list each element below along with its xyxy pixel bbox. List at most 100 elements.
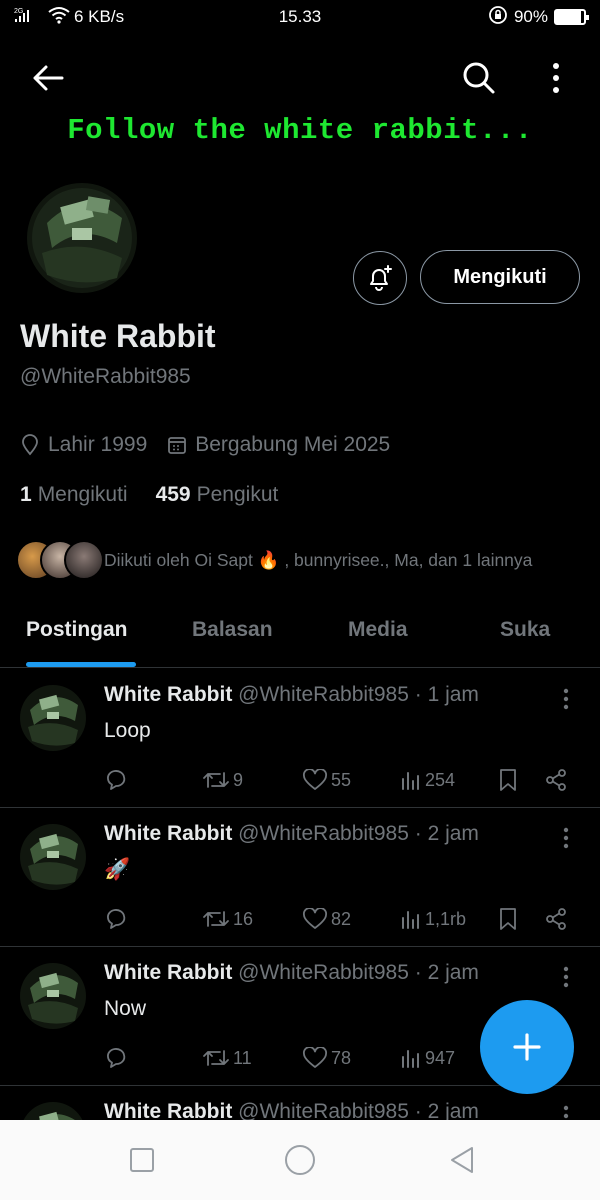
bookmark-button[interactable]	[498, 765, 518, 795]
reply-icon	[107, 770, 126, 790]
more-vertical-icon	[563, 688, 569, 710]
avatar-image	[20, 963, 86, 1029]
retweet-button[interactable]: 11	[202, 1043, 252, 1073]
more-options-button[interactable]	[534, 54, 578, 102]
signal-icon: 2G	[14, 6, 44, 29]
back-nav-button[interactable]	[442, 1144, 482, 1176]
status-left: 2G 6 KB/s	[14, 6, 214, 29]
like-count: 55	[331, 769, 352, 790]
followers-count-link[interactable]: 459 Pengikut	[156, 483, 279, 507]
status-bar: 2G 6 KB/s 15.33 90%	[0, 0, 600, 34]
post-avatar[interactable]	[20, 963, 86, 1029]
like-button[interactable]: 82	[302, 904, 351, 934]
post-header: White Rabbit @WhiteRabbit985 · 1 jam	[104, 683, 479, 707]
reply-button[interactable]	[104, 904, 128, 934]
plus-icon	[513, 1033, 541, 1061]
more-vertical-icon	[563, 966, 569, 988]
post-text: Loop	[104, 719, 151, 742]
back-button[interactable]	[24, 54, 72, 102]
reply-button[interactable]	[104, 765, 128, 795]
notification-bell-button[interactable]	[353, 251, 407, 305]
network-speed: 6 KB/s	[74, 7, 125, 26]
followed-by-row[interactable]: Diikuti oleh Oi Sapt 🔥 , bunnyrisee., Ma…	[16, 540, 532, 580]
tab-likes[interactable]: Suka	[500, 618, 550, 642]
search-icon	[463, 62, 495, 94]
like-button[interactable]: 78	[302, 1043, 351, 1073]
more-vertical-icon	[563, 827, 569, 849]
heart-icon	[303, 908, 327, 929]
retweet-icon	[203, 1050, 229, 1066]
following-count-link[interactable]: 1 Mengikuti	[20, 483, 128, 507]
search-button[interactable]	[455, 54, 503, 102]
like-button[interactable]: 55	[302, 765, 351, 795]
post-item[interactable]: White Rabbit @WhiteRabbit985 · 1 jam Loo…	[0, 669, 600, 808]
calendar-icon	[168, 437, 187, 454]
views-button[interactable]: 947	[400, 1043, 455, 1073]
views-count: 254	[425, 769, 456, 790]
post-handle-time: @WhiteRabbit985 · 2 jam	[238, 961, 479, 984]
retweet-button[interactable]: 9	[202, 765, 243, 795]
follow-counts: 1 Mengikuti 459 Pengikut	[20, 483, 278, 507]
post-actions: 9 55 254	[104, 765, 574, 795]
views-icon	[402, 1050, 419, 1068]
post-avatar[interactable]	[20, 824, 86, 890]
heart-icon	[303, 769, 327, 790]
profile-header	[0, 46, 600, 110]
post-text: Now	[104, 997, 147, 1020]
triangle-back-icon	[451, 1147, 473, 1173]
post-author-name[interactable]: White Rabbit	[104, 822, 232, 845]
share-icon	[546, 908, 566, 930]
post-actions: 16 82 1,1rb	[104, 904, 574, 934]
post-more-button[interactable]	[556, 826, 576, 850]
system-nav-bar	[0, 1120, 600, 1200]
heart-icon	[303, 1047, 327, 1068]
share-button[interactable]	[544, 765, 568, 795]
bookmark-button[interactable]	[498, 904, 518, 934]
retweet-count: 16	[233, 908, 254, 929]
followers-label: Pengikut	[196, 483, 279, 506]
recent-apps-button[interactable]	[122, 1144, 162, 1176]
views-count: 947	[425, 1047, 456, 1068]
following-button[interactable]: Mengikuti	[420, 250, 580, 304]
retweet-icon	[203, 772, 229, 788]
post-author-name[interactable]: White Rabbit	[104, 683, 232, 706]
tab-media[interactable]: Media	[348, 618, 408, 642]
banner-text: Follow the white rabbit...	[67, 114, 533, 147]
retweet-button[interactable]: 16	[202, 904, 253, 934]
share-button[interactable]	[544, 904, 568, 934]
retweet-icon	[203, 911, 229, 927]
bookmark-icon	[500, 908, 516, 930]
joined-text: Bergabung Mei 2025	[195, 433, 391, 456]
profile-meta: Lahir 1999 Bergabung Mei 2025	[20, 433, 390, 457]
post-more-button[interactable]	[556, 965, 576, 989]
wifi-icon	[48, 6, 70, 29]
avatar	[64, 540, 104, 580]
square-icon	[130, 1148, 154, 1172]
reply-icon	[107, 1048, 126, 1068]
profile-avatar[interactable]	[24, 180, 140, 296]
like-count: 78	[331, 1047, 352, 1068]
tab-replies[interactable]: Balasan	[192, 618, 273, 642]
home-button[interactable]	[280, 1144, 320, 1176]
post-more-button[interactable]	[556, 687, 576, 711]
post-header: White Rabbit @WhiteRabbit985 · 2 jam	[104, 822, 479, 846]
avatar-image	[27, 183, 137, 293]
battery-icon	[554, 9, 589, 25]
followed-by-text: Diikuti oleh Oi Sapt 🔥 , bunnyrisee., Ma…	[104, 549, 533, 570]
reply-button[interactable]	[104, 1043, 128, 1073]
share-icon	[546, 769, 566, 791]
reply-icon	[107, 909, 126, 929]
views-button[interactable]: 254	[400, 765, 455, 795]
like-count: 82	[331, 908, 352, 929]
rotation-lock-icon	[488, 5, 508, 30]
retweet-count: 9	[233, 769, 244, 790]
views-button[interactable]: 1,1rb	[400, 904, 466, 934]
post-author-name[interactable]: White Rabbit	[104, 961, 232, 984]
following-label: Mengikuti	[37, 483, 128, 506]
tab-posts[interactable]: Postingan	[26, 618, 128, 642]
post-item[interactable]: White Rabbit @WhiteRabbit985 · 2 jam 🚀 1…	[0, 808, 600, 947]
compose-button[interactable]	[480, 1000, 574, 1094]
post-avatar[interactable]	[20, 685, 86, 751]
views-icon	[402, 911, 419, 929]
avatar-image	[20, 685, 86, 751]
